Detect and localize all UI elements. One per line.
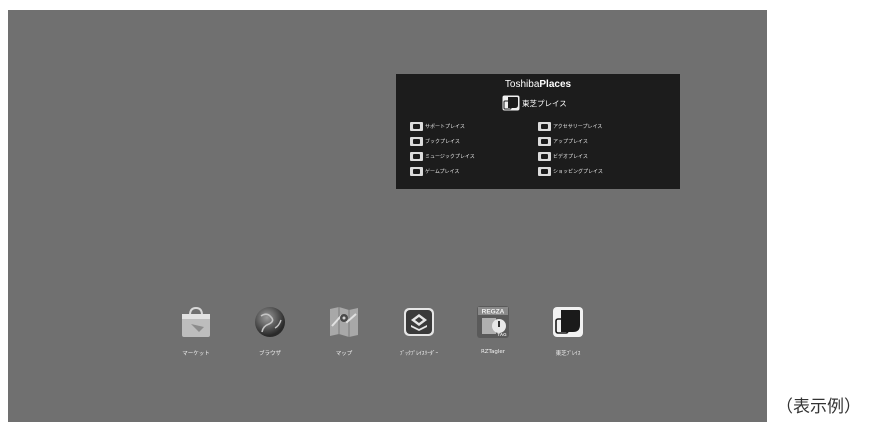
browser-label: ブラウザ xyxy=(258,351,281,357)
game-place-label: ゲームプレイス xyxy=(425,168,460,175)
book-place-item[interactable]: ブックプレイス xyxy=(410,136,460,146)
toshiba-places-icon xyxy=(502,95,520,111)
caption-display-example: （表示例） xyxy=(776,397,861,417)
accessory-place-item[interactable]: アクセサリープレイス xyxy=(538,121,602,131)
accessory-icon xyxy=(538,121,551,131)
toshiba-places-widget[interactable]: ToshibaPlaces 東芝プレイス サポートプレイス ブックプレイス ミュ… xyxy=(396,74,680,189)
tag-badge-text: TAG xyxy=(497,332,507,337)
book-icon xyxy=(410,136,423,146)
book-reader-icon xyxy=(404,308,434,336)
dock-item-maps[interactable]: マップ xyxy=(314,306,374,366)
music-place-label: ミュージックプレイス xyxy=(425,153,475,160)
dock-item-browser[interactable]: ブラウザ xyxy=(240,306,300,366)
toshiba-places-icon xyxy=(553,307,583,337)
music-icon xyxy=(410,151,423,161)
video-place-item[interactable]: ビデオプレイス xyxy=(538,151,588,161)
home-screen: ToshibaPlaces 東芝プレイス サポートプレイス ブックプレイス ミュ… xyxy=(8,10,767,422)
video-icon xyxy=(538,151,551,161)
support-place-item[interactable]: サポートプレイス xyxy=(410,121,465,131)
map-icon xyxy=(330,307,358,337)
music-place-item[interactable]: ミュージックプレイス xyxy=(410,151,475,161)
market-label: マーケット xyxy=(182,351,210,357)
dock-item-rztagler[interactable]: REGZA TAG RZTagler xyxy=(463,306,523,366)
shopping-place-label: ショッピングプレイス xyxy=(553,168,603,175)
toshiba-places-link[interactable]: 東芝プレイス xyxy=(502,95,567,111)
toshiba-places-label: 東芝プレイス xyxy=(522,98,567,108)
brand-bold-text: Places xyxy=(539,79,572,90)
book-place-label: ブックプレイス xyxy=(425,138,460,145)
maps-label: マップ xyxy=(335,351,353,357)
accessory-place-label: アクセサリープレイス xyxy=(553,123,603,130)
app-place-item[interactable]: アッププレイス xyxy=(538,136,588,146)
rztagler-label: RZTagler xyxy=(480,349,506,355)
shopping-icon xyxy=(538,166,551,176)
app-place-label: アッププレイス xyxy=(553,138,588,145)
globe-icon xyxy=(255,307,285,337)
game-icon xyxy=(410,166,423,176)
game-place-item[interactable]: ゲームプレイス xyxy=(410,166,459,176)
support-icon xyxy=(410,121,423,131)
dock-item-book-reader[interactable]: ﾌﾞｯｸﾌﾟﾚｲｽﾘｰﾀﾞｰ xyxy=(389,306,449,366)
regza-tagler-icon: REGZA TAG xyxy=(477,306,509,338)
dock-item-market[interactable]: マーケット xyxy=(166,306,226,366)
market-bag-icon xyxy=(182,306,210,337)
dock-item-toshiba-places[interactable]: 東芝ﾌﾟﾚｲｽ xyxy=(538,306,598,366)
regza-badge-text: REGZA xyxy=(482,309,505,316)
support-place-label: サポートプレイス xyxy=(425,123,465,130)
widget-title: ToshibaPlaces xyxy=(396,79,680,91)
shopping-place-item[interactable]: ショッピングプレイス xyxy=(538,166,603,176)
book-reader-label: ﾌﾞｯｸﾌﾟﾚｲｽﾘｰﾀﾞｰ xyxy=(399,351,439,357)
brand-light-text: Toshiba xyxy=(504,79,540,90)
video-place-label: ビデオプレイス xyxy=(553,153,588,160)
toshiba-places-dock-label: 東芝ﾌﾟﾚｲｽ xyxy=(555,351,581,357)
app-icon xyxy=(538,136,551,146)
